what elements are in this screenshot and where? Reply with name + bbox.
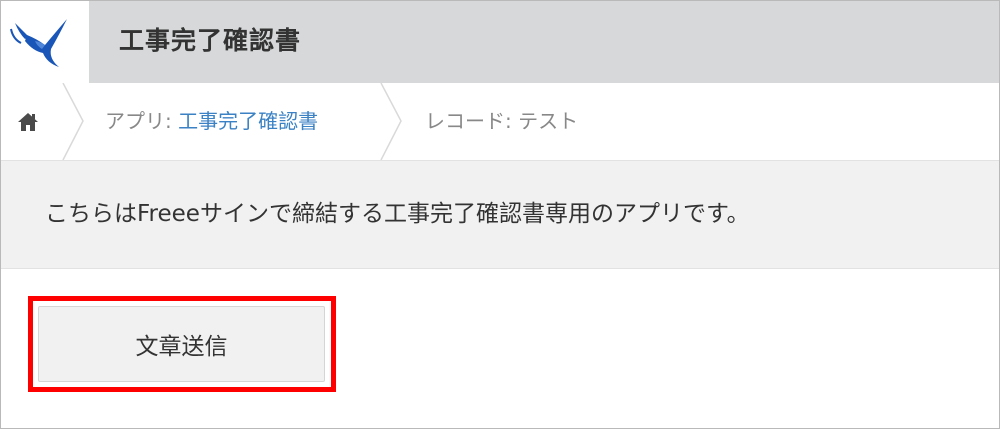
breadcrumb-app-prefix: アプリ:: [105, 109, 179, 133]
send-document-button[interactable]: 文章送信: [38, 306, 325, 382]
app-description-text: こちらはFreeeサインで締結する工事完了確認書専用のアプリです。: [45, 201, 750, 227]
app-logo[interactable]: [1, 1, 89, 83]
breadcrumb-app: アプリ: 工事完了確認書: [105, 83, 318, 160]
breadcrumb-app-link[interactable]: 工事完了確認書: [178, 109, 318, 133]
app-description: こちらはFreeeサインで締結する工事完了確認書専用のアプリです。: [1, 161, 999, 269]
home-icon[interactable]: [17, 112, 39, 132]
breadcrumb-record: レコード: テスト: [425, 109, 579, 133]
app-window: 工事完了確認書 アプリ: 工事完了確認書 レコード: テスト こちらはFreee…: [0, 0, 1000, 429]
breadcrumb: アプリ: 工事完了確認書 レコード: テスト: [1, 83, 999, 161]
breadcrumb-separator-icon: [380, 83, 402, 160]
app-title: 工事完了確認書: [119, 26, 302, 55]
breadcrumb-separator-icon: [62, 83, 84, 160]
swallow-bird-logo-icon: [10, 19, 67, 67]
app-header: 工事完了確認書: [1, 1, 999, 83]
